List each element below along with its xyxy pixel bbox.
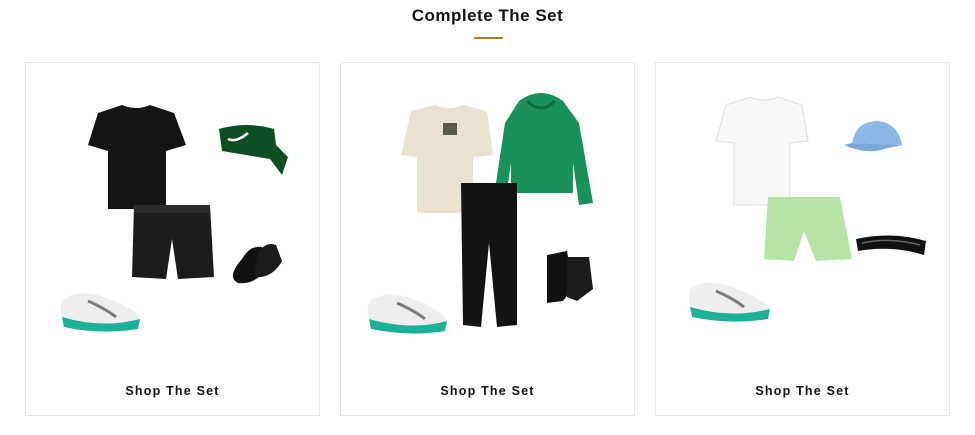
black-tee — [88, 105, 186, 209]
black-shorts — [132, 205, 214, 279]
set-card-1-image — [60, 105, 288, 332]
title-underline — [474, 37, 503, 39]
shop-the-set-button[interactable]: Shop The Set — [26, 384, 319, 398]
light-blue-cap — [852, 121, 902, 145]
black-running-belt — [856, 235, 926, 255]
lime-shorts — [764, 197, 852, 261]
black-joggers — [461, 183, 517, 327]
shop-the-set-button[interactable]: Shop The Set — [656, 384, 949, 398]
section-title: Complete The Set — [411, 6, 564, 25]
set-card-1[interactable]: Shop The Set — [25, 62, 320, 416]
set-card-3-image — [688, 96, 926, 322]
white-tee — [715, 96, 809, 206]
set-card-3[interactable]: Shop The Set — [655, 62, 950, 416]
shop-the-set-button[interactable]: Shop The Set — [341, 384, 634, 398]
set-card-2[interactable]: Shop The Set — [340, 62, 635, 416]
dark-green-head-tie — [219, 125, 288, 175]
set-card-2-image — [367, 93, 593, 334]
